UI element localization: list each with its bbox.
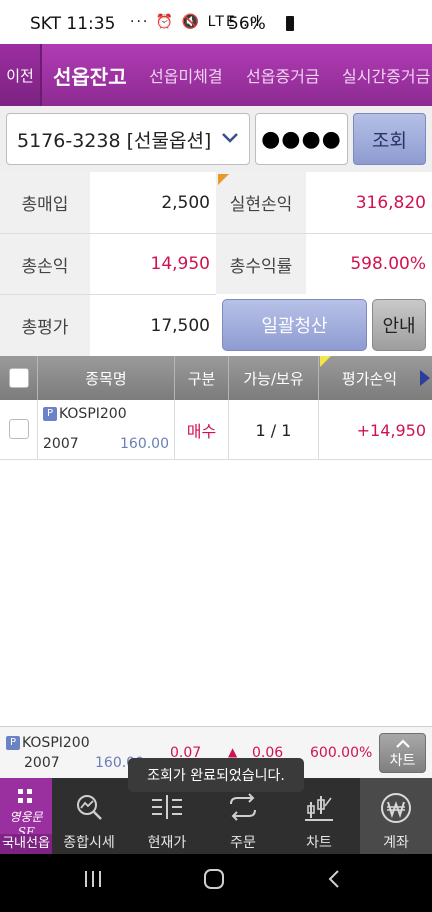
header-name[interactable]: 종목명 (38, 356, 175, 400)
total-pl-label: 총손익 (0, 234, 90, 294)
realized-pl-value: 316,820 (306, 172, 432, 233)
nav-label: 현재가 (147, 835, 187, 851)
quote-name: KOSPI200 (22, 735, 90, 751)
system-nav-bar (0, 854, 432, 912)
price-bars-icon (132, 792, 202, 828)
header-checkbox-cell (0, 356, 38, 400)
nav-label: 차트 (306, 835, 332, 851)
total-eval-label: 총평가 (0, 295, 90, 356)
info-button[interactable]: 안내 (372, 299, 426, 351)
scroll-right-icon[interactable] (420, 370, 430, 386)
row-name-cell: P KOSPI200 2007 160.00 (38, 400, 175, 460)
row-checkbox-cell (0, 400, 38, 460)
battery-label: 56% (228, 14, 266, 34)
chart-icon (284, 792, 354, 828)
table-header: 종목명 구분 가능/보유 평가손익 (0, 356, 432, 400)
select-all-checkbox[interactable] (9, 368, 29, 388)
total-pl-value: 14,950 (90, 234, 216, 294)
order-arrows-icon (208, 792, 278, 828)
table-row[interactable]: P KOSPI200 2007 160.00 매수 1 / 1 +14,950 (0, 400, 432, 460)
back-icon[interactable] (326, 868, 342, 896)
up-arrow-icon: ▲ (228, 745, 238, 759)
account-row: 5176-3238 [선물옵션] ●●●● 조회 (0, 106, 432, 172)
tab-realtime-margin[interactable]: 실시간증거금 (342, 44, 430, 106)
account-select-value: 5176-3238 [선물옵션] (17, 129, 212, 152)
row-avail-hold: 1 / 1 (229, 400, 319, 460)
summary-panel: 총매입 2,500 실현손익 316,820 총손익 14,950 총수익률 5… (0, 172, 432, 356)
query-button[interactable]: 조회 (353, 113, 426, 165)
magnifier-chart-icon (54, 792, 124, 828)
battery-icon (286, 16, 294, 31)
brand-menu-button[interactable]: 영웅문SF 국내선옵 (0, 778, 52, 854)
total-return-value: 598.00% (306, 234, 432, 294)
total-buy-label: 총매입 (0, 172, 90, 233)
row-strike: 160.00 (120, 436, 169, 452)
won-icon (360, 792, 432, 830)
row-checkbox[interactable] (9, 419, 29, 439)
total-eval-value: 17,500 (90, 295, 216, 356)
status-bar: SKT 11:35 ··· ⏰ 🔇 LTE .ıl 56% (0, 0, 432, 44)
total-buy-value: 2,500 (90, 172, 216, 233)
quote-rate: 600.00% (310, 745, 373, 761)
tab-bar: 이전 선옵잔고 선옵미체결 선옵증거금 실시간증거금 (0, 44, 432, 106)
row-eval-pl: +14,950 (356, 420, 426, 440)
total-return-label: 총수익률 (216, 234, 306, 294)
row-name: KOSPI200 (59, 406, 127, 422)
nav-account[interactable]: 계좌 (360, 778, 432, 854)
header-avail-hold[interactable]: 가능/보유 (229, 356, 319, 400)
account-select[interactable]: 5176-3238 [선물옵션] (6, 113, 250, 165)
toast-message: 조회가 완료되었습니다. (128, 758, 304, 792)
nav-label: 주문 (230, 835, 256, 851)
home-icon[interactable] (202, 868, 226, 896)
nav-label: 종합시세 (63, 835, 115, 851)
bulk-clear-button[interactable]: 일괄청산 (222, 299, 367, 351)
chevron-down-icon (221, 128, 239, 149)
row-side: 매수 (175, 400, 229, 460)
corner-marker (218, 174, 229, 185)
status-time: SKT 11:35 (30, 14, 116, 34)
tab-futures-margin[interactable]: 선옵증거금 (246, 44, 320, 106)
put-badge: P (6, 736, 20, 750)
header-eval-pl[interactable]: 평가손익 (319, 356, 420, 400)
row-expiry: 2007 (43, 436, 79, 452)
brand-label: 국내선옵 (0, 834, 52, 854)
nav-market-overview[interactable]: 종합시세 (54, 778, 124, 854)
realized-pl-label: 실현손익 (216, 172, 306, 233)
tab-futures-unfilled[interactable]: 선옵미체결 (149, 44, 223, 106)
chart-button-label: 차트 (389, 753, 416, 769)
chart-button[interactable]: 차트 (379, 733, 426, 773)
put-badge: P (43, 407, 57, 421)
tab-futures-balance[interactable]: 선옵잔고 (53, 44, 127, 106)
back-button[interactable]: 이전 (0, 44, 42, 106)
header-side[interactable]: 구분 (175, 356, 229, 400)
grid-icon (18, 788, 32, 803)
recent-apps-icon[interactable] (82, 868, 104, 896)
nav-label: 계좌 (383, 835, 409, 851)
password-field[interactable]: ●●●● (255, 113, 348, 165)
quote-expiry: 2007 (24, 755, 60, 771)
